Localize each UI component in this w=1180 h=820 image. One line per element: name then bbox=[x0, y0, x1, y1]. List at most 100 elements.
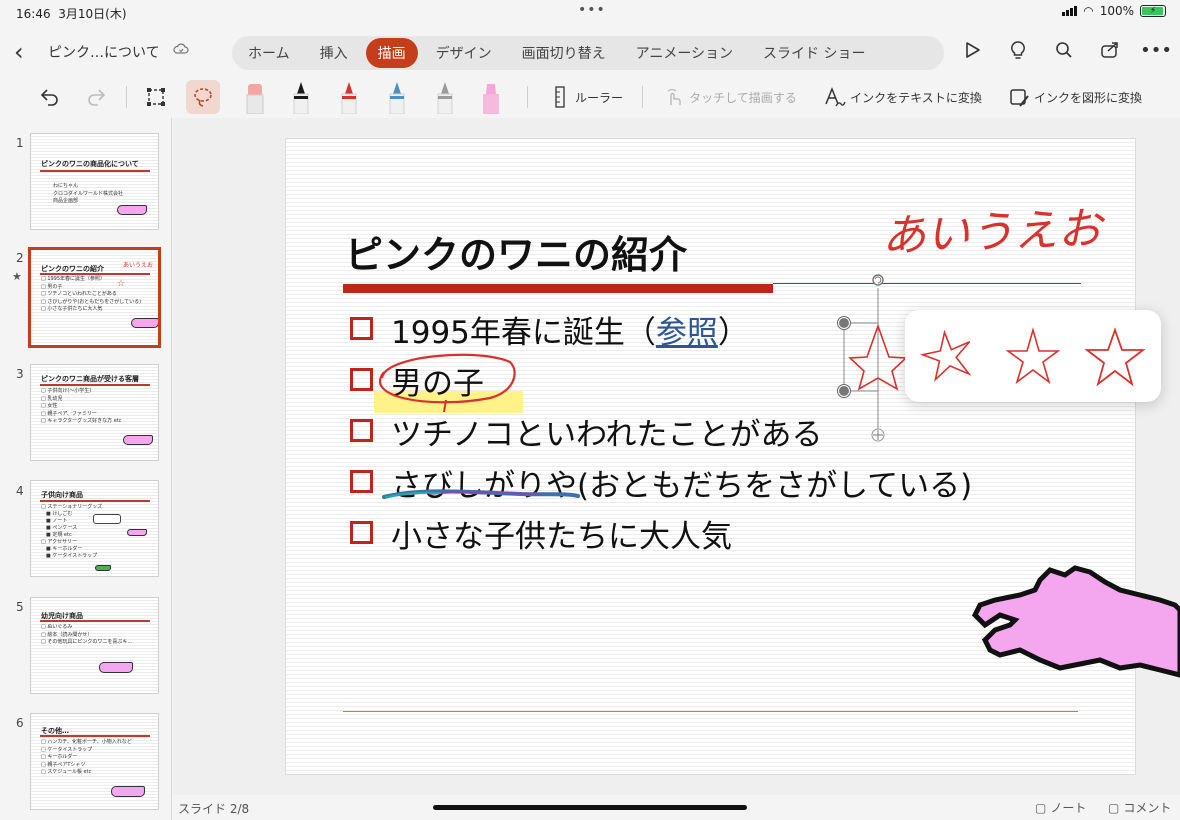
ink-to-shape-button[interactable]: インクを図形に変換 bbox=[1005, 80, 1145, 114]
pencil-gray-tool-icon[interactable] bbox=[430, 80, 460, 114]
bullet-4[interactable]: さびしがりや(おともだちをさがしている) bbox=[391, 460, 972, 505]
thumb-number: 1 bbox=[16, 136, 24, 150]
eraser-tool-icon[interactable] bbox=[240, 80, 270, 114]
tab-5[interactable]: アニメーション bbox=[624, 38, 745, 68]
thumb-number: 5 bbox=[16, 600, 24, 614]
touch-draw-button[interactable]: タッチして描画する bbox=[660, 80, 800, 114]
star-option-2[interactable] bbox=[995, 318, 1071, 394]
back-chevron-icon[interactable]: ‹ bbox=[14, 38, 24, 66]
highlighter-pink-tool-icon[interactable] bbox=[476, 80, 506, 114]
reference-link[interactable]: 参照 bbox=[656, 315, 718, 351]
home-indicator[interactable] bbox=[433, 805, 747, 810]
slide-thumbnail-5[interactable]: 幼児向け商品 □ ぬいぐるみ □ 絵本（読み聞かせ） □ その他玩具にピンクのワニを… bbox=[30, 597, 159, 694]
title-underline-bar bbox=[343, 284, 773, 293]
tab-3[interactable]: デザイン bbox=[424, 38, 504, 68]
cellular-signal-icon bbox=[1062, 6, 1078, 16]
battery-percent: 100% bbox=[1099, 4, 1134, 18]
bullet-3[interactable]: ツチノコといわれたことがある bbox=[391, 409, 823, 454]
bullet-1[interactable]: 1995年春に誕生（参照） bbox=[391, 307, 749, 352]
pen-red-tool-icon[interactable] bbox=[334, 80, 364, 114]
ink-shape-suggestion-popup bbox=[905, 310, 1161, 402]
thumb-title-underline bbox=[40, 735, 150, 737]
comment-icon: ▢ bbox=[1108, 800, 1120, 815]
bullet-box bbox=[350, 521, 373, 544]
tab-2[interactable]: 描画 bbox=[365, 38, 418, 68]
ruler-label: ルーラー bbox=[574, 90, 623, 105]
pink-crocodile-icon bbox=[131, 318, 158, 328]
share-icon[interactable] bbox=[1098, 38, 1122, 62]
toolbar-divider bbox=[642, 86, 643, 108]
status-footer: スライド 2/8 ▢ ノート ▢ コメント bbox=[173, 795, 1180, 820]
cloud-sync-icon[interactable] bbox=[173, 42, 189, 60]
multitask-dots[interactable]: ••• bbox=[578, 2, 606, 18]
thumb-title: ピンクのワニ商品が受ける客層 bbox=[41, 375, 139, 383]
ribbon-tabs: ホーム 挿入 描画 デザイン 画面切り替え アニメーション スライド ショー bbox=[232, 36, 944, 70]
lightbulb-icon[interactable] bbox=[1006, 38, 1030, 62]
thumb-title-underline bbox=[40, 170, 150, 172]
document-title[interactable]: ピンク…について bbox=[48, 42, 160, 62]
draw-toolbar: ルーラー タッチして描画する インクをテキストに変換 インクを図形に変換 bbox=[0, 76, 1180, 118]
slide-footer-line bbox=[343, 711, 1078, 712]
thumb-title: ピンクのワニの商品化について bbox=[41, 160, 139, 168]
tab-0[interactable]: ホーム bbox=[236, 38, 302, 68]
thumb-star-icon: ☆ bbox=[117, 279, 126, 289]
pen-galaxy-tool-icon[interactable] bbox=[382, 80, 412, 114]
status-right: ◠ 100% ⚡ bbox=[1062, 4, 1166, 18]
slide-thumbnail-3[interactable]: ピンクのワニ商品が受ける客層 □ 子供向け(～小学生) □ 乳幼児 □ 女性 □ 親子… bbox=[30, 364, 159, 461]
thumb-bullets: □ ぬいぐるみ □ 絵本（読み聞かせ） □ その他玩具にピンクのワニを喜ぶキ… bbox=[41, 624, 133, 646]
search-icon[interactable] bbox=[1052, 38, 1076, 62]
redo-icon[interactable] bbox=[82, 80, 110, 114]
thumb-title: 子供向け商品 bbox=[41, 491, 83, 499]
pink-crocodile-icon bbox=[123, 435, 153, 445]
battery-icon: ⚡ bbox=[1140, 5, 1166, 17]
undo-icon[interactable] bbox=[36, 80, 64, 114]
thumb-title-underline bbox=[40, 620, 150, 622]
thumb-bullets: □ ハンカチ、化粧ポーチ、小物入れなど □ ケータイストラップ □ キーホルダー □ … bbox=[41, 739, 132, 776]
tab-1[interactable]: 挿入 bbox=[308, 38, 360, 68]
slide-title[interactable]: ピンクのワニの紹介 bbox=[345, 224, 687, 279]
thumb-bullets: わにちゃん クロコダイルワールド株式会社 商品企画部 bbox=[53, 183, 124, 205]
star-option-3[interactable] bbox=[1077, 318, 1153, 394]
status-bar: 16:46 3月10日(木) ••• ◠ 100% ⚡ bbox=[0, 0, 1180, 24]
resize-handle-top[interactable] bbox=[838, 317, 850, 329]
thumb-number: 4 bbox=[16, 484, 24, 498]
lasso-select-icon[interactable] bbox=[186, 80, 220, 114]
select-objects-icon[interactable] bbox=[142, 80, 170, 114]
pen-black-tool-icon[interactable] bbox=[286, 80, 316, 114]
thumb-number: 6 bbox=[16, 716, 24, 730]
bullet-2[interactable]: 男の子 bbox=[391, 358, 484, 403]
play-icon[interactable] bbox=[960, 38, 984, 62]
bullet-5[interactable]: 小さな子供たちに大人気 bbox=[391, 511, 732, 556]
notes-button[interactable]: ▢ ノート bbox=[1035, 799, 1086, 816]
slide-thumbnail-6[interactable]: その他… □ ハンカチ、化粧ポーチ、小物入れなど □ ケータイストラップ □ キーホ… bbox=[30, 713, 159, 810]
thumb-number: 3 bbox=[16, 367, 24, 381]
tab-4[interactable]: 画面切り替え bbox=[510, 38, 618, 68]
ink-to-text-button[interactable]: インクをテキストに変換 bbox=[822, 80, 984, 114]
slide-thumbnail-4[interactable]: 子供向け商品 □ ステーショナリーグッズ ■ けしごむ ■ ノート ■ ペンケー… bbox=[30, 480, 159, 577]
pink-crocodile-icon bbox=[111, 786, 145, 797]
thumb-number: 2 bbox=[16, 251, 24, 265]
ruler-button[interactable]: ルーラー bbox=[548, 80, 628, 114]
callout-bubble bbox=[93, 514, 121, 524]
thumb-title-underline bbox=[40, 384, 150, 386]
bullet-box bbox=[350, 317, 373, 340]
thumb-title-underline bbox=[40, 500, 150, 502]
thumb-title-underline bbox=[40, 273, 150, 275]
tab-6[interactable]: スライド ショー bbox=[751, 38, 877, 68]
thumb-handwriting: あいうえお bbox=[123, 262, 154, 269]
top-icons: ••• bbox=[960, 38, 1172, 62]
comments-button[interactable]: ▢ コメント bbox=[1108, 799, 1171, 816]
slide-thumbnail-2[interactable]: ピンクのワニの紹介 あいうえお □ 1995年春に誕生（参照） □ 男の子 □ ツチ… bbox=[28, 247, 161, 348]
more-icon[interactable]: ••• bbox=[1140, 38, 1172, 62]
thumb-bullets: □ 子供向け(～小学生) □ 乳幼児 □ 女性 □ 親子ペア、ファミリー □ キャラクタ… bbox=[41, 388, 122, 425]
thumb-bullets: □ ステーショナリーグッズ ■ けしごむ ■ ノート ■ ペンケース ■ 定規 … bbox=[41, 504, 103, 559]
slide-thumbnail-1[interactable]: ピンクのワニの商品化について わにちゃん クロコダイルワールド株式会社 商品企画部 bbox=[30, 133, 159, 230]
wifi-icon: ◠ bbox=[1083, 4, 1094, 18]
toolbar-divider bbox=[527, 86, 528, 108]
toolbar-divider bbox=[126, 86, 127, 108]
thumb-bullets: □ 1995年春に誕生（参照） □ 男の子 □ ツチノコといわれたことがある □ さび… bbox=[41, 276, 142, 313]
pink-crocodile-icon bbox=[99, 662, 133, 673]
status-time: 16:46 3月10日(木) bbox=[16, 7, 127, 21]
star-option-1[interactable] bbox=[911, 318, 987, 394]
resize-handle-bottom[interactable] bbox=[838, 385, 850, 397]
